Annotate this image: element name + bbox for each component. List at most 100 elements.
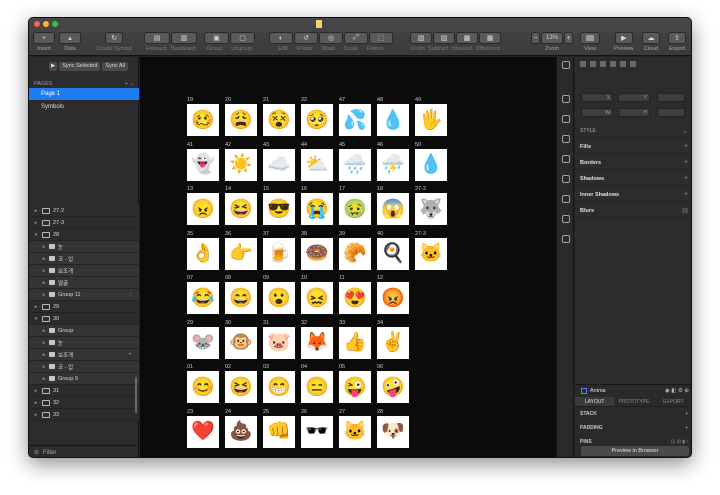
artboard-label[interactable]: 04 <box>301 364 333 371</box>
artboard-label[interactable]: 19 <box>187 97 219 104</box>
artboard-tile[interactable]: 03 😁 <box>263 364 295 403</box>
emoji-artboard[interactable]: ☀️ <box>225 148 257 181</box>
group-layer[interactable]: ▸ 눈 <box>29 337 139 349</box>
artboard-tile[interactable]: 05 😜 <box>339 364 371 403</box>
sync-all-button[interactable]: Sync All <box>102 61 128 71</box>
minimize-window-button[interactable] <box>43 21 49 27</box>
group-layer[interactable]: ▸ 코 - 입 <box>29 361 139 373</box>
emoji-artboard[interactable]: 🦊 <box>301 326 333 359</box>
disclosure-triangle-icon[interactable]: ▸ <box>41 292 47 298</box>
artboard-layer[interactable]: ▸ 31 <box>29 385 139 397</box>
artboard-tile[interactable]: 34 ✌️ <box>377 320 409 359</box>
artboard-label[interactable]: 47 <box>339 97 371 104</box>
add-icon[interactable]: ⊟ <box>682 207 688 215</box>
disclosure-triangle-icon[interactable]: ▸ <box>33 208 39 214</box>
subtract-button[interactable]: ▨ <box>433 32 455 44</box>
grid-icon[interactable] <box>562 175 570 183</box>
disclosure-triangle-icon[interactable]: ▸ <box>41 364 47 370</box>
layer-scrollbar[interactable] <box>135 377 137 413</box>
emoji-artboard[interactable]: 🥴 <box>187 104 219 136</box>
emoji-artboard[interactable]: ⛈️ <box>377 148 409 181</box>
align-right-icon[interactable] <box>600 61 606 67</box>
align-bottom-icon[interactable] <box>630 61 636 67</box>
artboard-label[interactable]: 42 <box>225 142 257 149</box>
emoji-artboard[interactable]: 👍 <box>339 326 371 359</box>
disclosure-triangle-icon[interactable]: ▸ <box>33 412 39 418</box>
artboard-label[interactable]: 25 <box>263 409 295 416</box>
data-tool[interactable]: ▴ Data <box>59 32 81 52</box>
group-layer[interactable]: ▸ 눈 <box>29 241 139 253</box>
group-layer[interactable]: ▸ Group <box>29 325 139 337</box>
inner-shadows-section[interactable]: Inner Shadows + <box>575 188 691 202</box>
forward-button[interactable]: ▤ <box>144 32 170 44</box>
emoji-artboard[interactable]: 😮 <box>263 282 295 314</box>
emoji-artboard[interactable]: 😆 <box>225 193 257 225</box>
add-icon[interactable]: + <box>684 159 688 166</box>
artboard-tile[interactable]: 47 💦 <box>339 97 371 136</box>
add-icon[interactable]: + <box>684 191 688 198</box>
disclosure-triangle-icon[interactable]: ▸ <box>41 352 47 358</box>
emoji-artboard[interactable]: 😊 <box>187 371 219 403</box>
artboard-tile[interactable]: 42 ☀️ <box>225 142 257 181</box>
artboard-tile[interactable]: 17 🤢 <box>339 186 371 225</box>
cloud-tool[interactable]: ☁ Cloud <box>642 32 660 52</box>
emoji-artboard[interactable]: 😡 <box>377 282 409 314</box>
artboard-tile[interactable]: 21 😵 <box>263 97 295 136</box>
artboard-tile[interactable]: 48 💧 <box>377 97 409 136</box>
artboard-label[interactable]: 49 <box>415 97 447 104</box>
artboard-tile[interactable]: 26 🕶️ <box>301 409 333 448</box>
add-page-icon[interactable]: + ⌄ <box>125 81 134 87</box>
artboard-label[interactable]: 12 <box>377 275 409 282</box>
artboard-tile[interactable]: 19 🥴 <box>187 97 219 136</box>
emoji-artboard[interactable]: ☁️ <box>263 148 295 181</box>
tab-prototype[interactable]: PROTOTYPE <box>614 397 653 406</box>
artboard-label[interactable]: 30 <box>225 320 257 327</box>
artboard-tile[interactable]: 06 🤪 <box>377 364 409 403</box>
emoji-artboard[interactable]: 🤢 <box>339 193 371 225</box>
artboard-layer[interactable]: ▸ 29 <box>29 301 139 313</box>
difference-button[interactable]: ▦ <box>479 32 501 44</box>
page-item[interactable]: Symbols <box>29 101 139 113</box>
disclosure-triangle-icon[interactable]: ▸ <box>33 400 39 406</box>
disclosure-triangle-icon[interactable]: ▸ <box>41 256 47 262</box>
artboard-tile[interactable]: 37 🍺 <box>263 231 295 270</box>
artboard-tile[interactable]: 43 ☁️ <box>263 142 295 181</box>
artboard-tile[interactable]: 35 👌 <box>187 231 219 270</box>
align-center-icon[interactable] <box>590 61 596 67</box>
emoji-artboard[interactable]: 💩 <box>225 415 257 448</box>
artboard-tile[interactable]: 12 😡 <box>377 275 409 314</box>
artboard-label[interactable]: 44 <box>301 142 333 149</box>
export-tool[interactable]: ⇪ Export <box>668 32 686 52</box>
preview-tool[interactable]: ▶ Preview <box>614 32 634 52</box>
emoji-artboard[interactable]: 🐱 <box>415 237 447 270</box>
emoji-artboard[interactable]: 😵 <box>263 104 295 136</box>
emoji-artboard[interactable]: 🐭 <box>187 326 219 359</box>
artboard-tile[interactable]: 44 ⛅ <box>301 142 333 181</box>
tab-export[interactable]: EXPORT <box>654 397 691 406</box>
insert-tool[interactable]: + Insert <box>33 32 55 52</box>
group-layer[interactable]: ▸ 보조개 • <box>29 349 139 361</box>
disclosure-triangle-icon[interactable]: ▸ <box>33 220 39 226</box>
emoji-artboard[interactable]: 💦 <box>339 104 371 136</box>
artboard-tile[interactable]: 27-3 🐱 <box>415 231 447 270</box>
artboard-label[interactable]: 18 <box>377 186 409 193</box>
h-field[interactable]: H <box>618 108 650 117</box>
artboard-tile[interactable]: 31 🐷 <box>263 320 295 359</box>
disclosure-triangle-icon[interactable]: ▸ <box>41 244 47 250</box>
emoji-artboard[interactable]: 😁 <box>263 371 295 403</box>
artboard-layer[interactable]: ▸ 27-3 <box>29 217 139 229</box>
artboard-label[interactable]: 05 <box>339 364 371 371</box>
artboard-label[interactable]: 08 <box>225 275 257 282</box>
disclosure-triangle-icon[interactable]: ▸ <box>41 268 47 274</box>
artboard-tile[interactable]: 46 ⛈️ <box>377 142 409 181</box>
artboard-tile[interactable]: 49 🖐 <box>415 97 447 136</box>
emoji-artboard[interactable]: 🍳 <box>377 237 409 270</box>
layout-icon[interactable] <box>562 195 570 203</box>
emoji-artboard[interactable]: 😠 <box>187 193 219 225</box>
artboard-tile[interactable]: 07 😂 <box>187 275 219 314</box>
artboard-layer[interactable]: ▾ 28 <box>29 229 139 241</box>
close-window-button[interactable] <box>34 21 40 27</box>
frame-icon[interactable] <box>562 215 570 223</box>
emoji-artboard[interactable]: 😭 <box>301 193 333 225</box>
emoji-artboard[interactable]: 🐵 <box>225 326 257 359</box>
